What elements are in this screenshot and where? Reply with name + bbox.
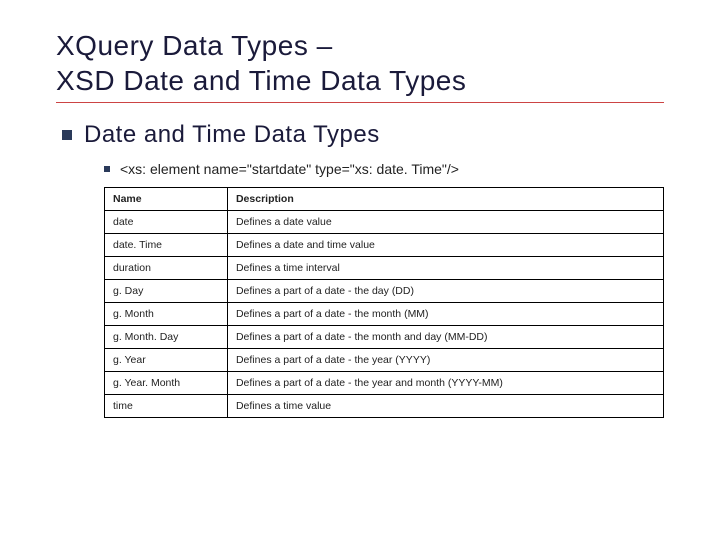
table-row: g. Month Defines a part of a date - the … <box>105 303 664 326</box>
title-underline <box>56 102 664 103</box>
bullet-square-small-icon <box>104 166 110 172</box>
cell-description: Defines a time value <box>227 395 663 418</box>
table-row: g. Year Defines a part of a date - the y… <box>105 349 664 372</box>
cell-description: Defines a time interval <box>227 257 663 280</box>
table-row: date Defines a date value <box>105 211 664 234</box>
cell-name: g. Month <box>105 303 228 326</box>
cell-name: g. Year <box>105 349 228 372</box>
cell-name: g. Month. Day <box>105 326 228 349</box>
table-row: g. Month. Day Defines a part of a date -… <box>105 326 664 349</box>
table-row: duration Defines a time interval <box>105 257 664 280</box>
subtitle-text: Date and Time Data Types <box>84 121 380 149</box>
cell-name: g. Day <box>105 280 228 303</box>
cell-name: date. Time <box>105 234 228 257</box>
title-line-2: XSD Date and Time Data Types <box>56 65 466 96</box>
sub-bullet-row: <xs: element name="startdate" type="xs: … <box>104 161 664 177</box>
cell-description: Defines a part of a date - the day (DD) <box>227 280 663 303</box>
cell-name: g. Year. Month <box>105 372 228 395</box>
cell-description: Defines a part of a date - the month and… <box>227 326 663 349</box>
table-row: g. Day Defines a part of a date - the da… <box>105 280 664 303</box>
slide-content: XQuery Data Types – XSD Date and Time Da… <box>0 0 720 438</box>
cell-description: Defines a part of a date - the year (YYY… <box>227 349 663 372</box>
data-types-table: Name Description date Defines a date val… <box>104 187 664 418</box>
code-example-text: <xs: element name="startdate" type="xs: … <box>120 161 459 177</box>
table-row: time Defines a time value <box>105 395 664 418</box>
header-description: Description <box>227 188 663 211</box>
bullet-row: Date and Time Data Types <box>62 121 664 149</box>
cell-name: date <box>105 211 228 234</box>
cell-name: time <box>105 395 228 418</box>
cell-description: Defines a part of a date - the month (MM… <box>227 303 663 326</box>
header-name: Name <box>105 188 228 211</box>
table-row: date. Time Defines a date and time value <box>105 234 664 257</box>
cell-description: Defines a date and time value <box>227 234 663 257</box>
cell-description: Defines a date value <box>227 211 663 234</box>
slide-title: XQuery Data Types – XSD Date and Time Da… <box>56 28 664 98</box>
cell-description: Defines a part of a date - the year and … <box>227 372 663 395</box>
table-row: g. Year. Month Defines a part of a date … <box>105 372 664 395</box>
table-header-row: Name Description <box>105 188 664 211</box>
bullet-square-icon <box>62 130 72 140</box>
title-line-1: XQuery Data Types – <box>56 30 333 61</box>
cell-name: duration <box>105 257 228 280</box>
